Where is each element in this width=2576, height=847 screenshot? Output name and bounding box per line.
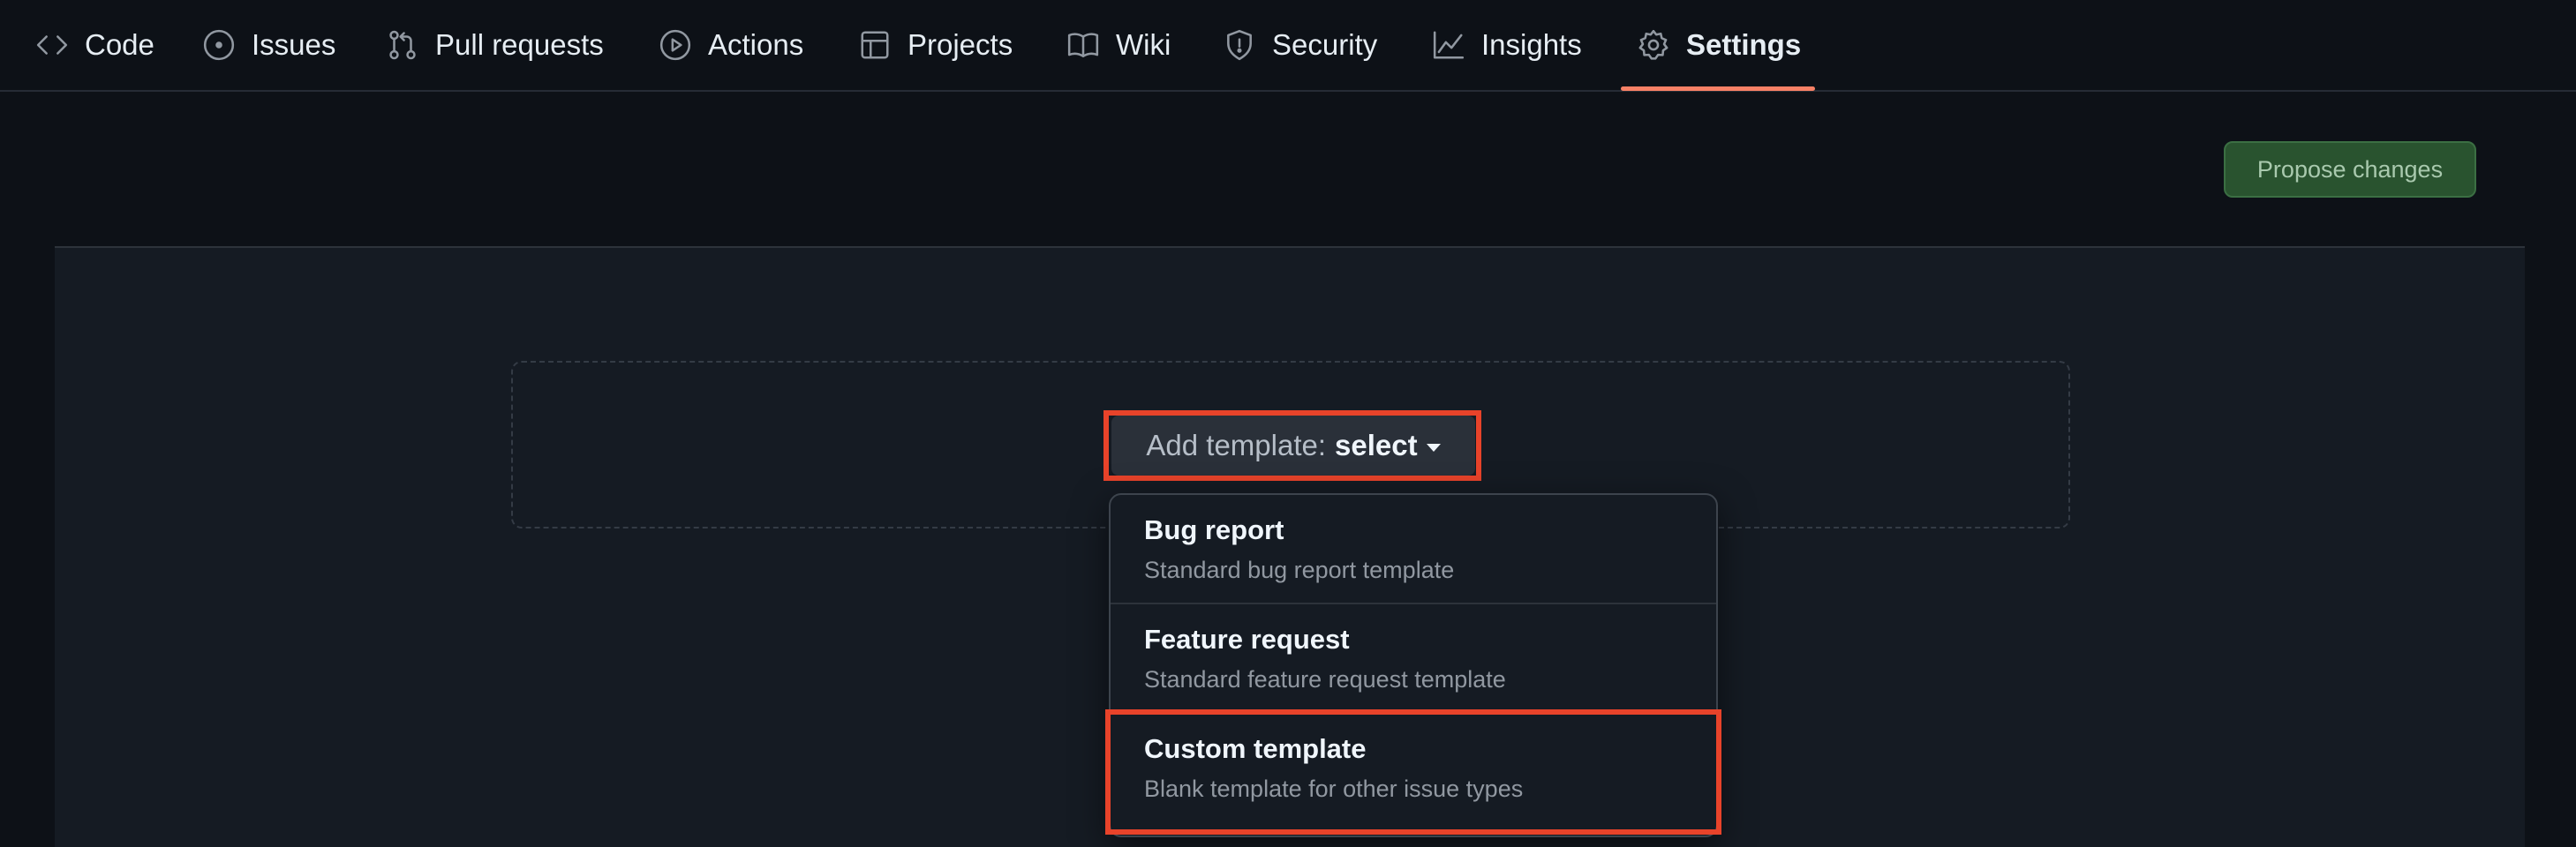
repo-nav: Code Issues Pull requests Actions Projec…: [0, 0, 2576, 92]
propose-changes-button[interactable]: Propose changes: [2224, 141, 2476, 198]
menu-item-title: Bug report: [1144, 514, 1284, 545]
menu-item-title: Custom template: [1144, 733, 1367, 764]
book-icon: [1067, 33, 1099, 57]
tab-security[interactable]: Security: [1223, 0, 1377, 90]
menu-item-description: Standard bug report template: [1144, 557, 1455, 583]
tab-security-label: Security: [1272, 28, 1378, 61]
tab-pull-requests-label: Pull requests: [435, 28, 604, 61]
shield-icon: [1227, 29, 1252, 61]
tab-actions[interactable]: Actions: [659, 0, 803, 90]
menu-item-title: Feature request: [1144, 624, 1350, 655]
menu-item-feature-request[interactable]: Feature request Standard feature request…: [1111, 604, 1716, 714]
tab-code[interactable]: Code: [35, 0, 154, 90]
menu-item-custom-template[interactable]: Custom template Blank template for other…: [1111, 714, 1716, 823]
add-template-prefix: Add template:: [1146, 429, 1327, 461]
tab-projects-label: Projects: [908, 28, 1013, 61]
graph-icon: [1433, 31, 1465, 59]
menu-item-description: Standard feature request template: [1144, 666, 1506, 693]
tab-pull-requests[interactable]: Pull requests: [386, 0, 604, 90]
code-icon: [36, 35, 68, 55]
git-pull-request-icon: [389, 30, 416, 60]
tab-projects[interactable]: Projects: [858, 0, 1013, 90]
template-menu: Bug report Standard bug report template …: [1109, 493, 1718, 837]
tab-settings[interactable]: Settings: [1637, 0, 1801, 90]
gear-icon: [1638, 29, 1668, 60]
play-icon: [659, 29, 691, 61]
table-icon: [861, 31, 889, 59]
tab-wiki[interactable]: Wiki: [1066, 0, 1171, 90]
tab-issues[interactable]: Issues: [202, 0, 335, 90]
add-template-select[interactable]: Add template: select: [1111, 416, 1475, 476]
tab-insights-label: Insights: [1481, 28, 1582, 61]
tab-insights[interactable]: Insights: [1432, 0, 1582, 90]
tab-actions-label: Actions: [708, 28, 804, 61]
tab-settings-label: Settings: [1686, 28, 1802, 61]
caret-down-icon: [1426, 443, 1441, 452]
issue-opened-icon: [203, 29, 235, 61]
menu-item-bug-report[interactable]: Bug report Standard bug report template: [1111, 495, 1716, 604]
tab-issues-label: Issues: [252, 28, 336, 61]
add-template-value: select: [1335, 429, 1418, 461]
tab-code-label: Code: [85, 28, 154, 61]
active-tab-underline: [1621, 86, 1815, 91]
tab-wiki-label: Wiki: [1116, 28, 1171, 61]
menu-item-description: Blank template for other issue types: [1144, 776, 1524, 802]
